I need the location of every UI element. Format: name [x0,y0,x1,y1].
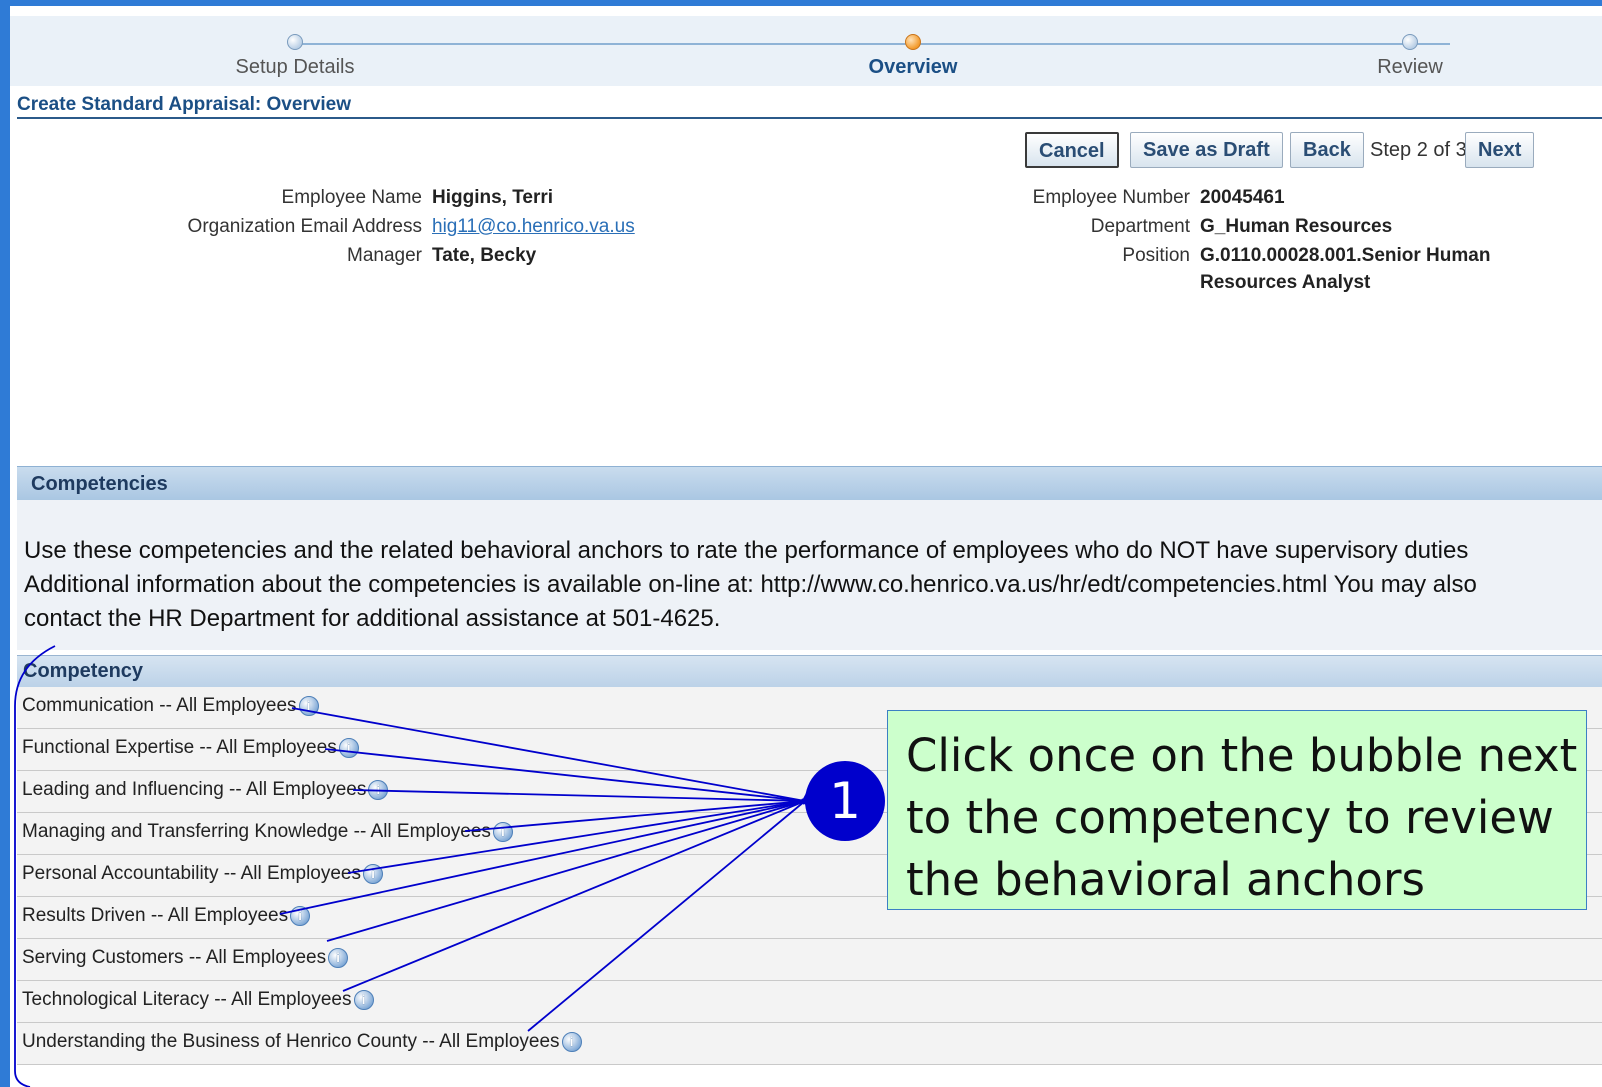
position-value-line2: Resources Analyst [1200,272,1371,293]
competency-name: Managing and Transferring Knowledge -- A… [22,821,491,842]
next-button[interactable]: Next [1465,132,1535,168]
info-bubble-icon[interactable]: i [298,695,319,716]
competency-name: Communication -- All Employees [22,695,297,716]
train-step-label: Review [1377,56,1443,78]
competency-name: Leading and Influencing -- All Employees [22,779,367,800]
position-value-line1: G.0110.00028.001.Senior Human [1200,245,1491,266]
competency-name: Serving Customers -- All Employees [22,947,327,968]
competency-name: Functional Expertise -- All Employees [22,737,337,758]
competency-name: Technological Literacy -- All Employees [22,989,352,1010]
manager-label: Manager [347,245,422,266]
info-bubble-icon[interactable]: i [368,779,389,800]
title-divider [17,117,1602,119]
app-window: Setup Details Overview Review Create Sta… [10,6,1602,1087]
train-step-overview: Overview [813,34,1013,79]
step-train: Setup Details Overview Review [10,16,1602,86]
step-circle-icon [1402,34,1418,50]
email-link[interactable]: hig11@co.henrico.va.us [432,216,635,238]
employee-name-value: Higgins, Terri [432,187,554,208]
competencies-section-header: Competencies [17,466,1602,501]
competency-name: Personal Accountability -- All Employees [22,863,361,884]
instruction-callout: Click once on the bubble next to the com… [887,710,1587,910]
competency-name: Results Driven -- All Employees [22,905,289,926]
info-bubble-icon[interactable]: i [338,737,359,758]
manager-value: Tate, Becky [432,245,537,266]
train-step-review[interactable]: Review [1310,34,1510,79]
train-step-label: Setup Details [235,56,355,78]
info-bubble-icon[interactable]: i [492,821,513,842]
train-step-label: Overview [868,56,958,78]
table-row: Technological Literacy -- All Employees i [17,981,1602,1023]
table-row: Understanding the Business of Henrico Co… [17,1023,1602,1065]
info-bubble-icon[interactable]: i [290,905,311,926]
employee-number-value: 20045461 [1200,187,1285,208]
competency-name: Understanding the Business of Henrico Co… [22,1031,560,1052]
competencies-header-text: Competencies [31,473,168,495]
department-value: G_Human Resources [1200,216,1393,237]
page-title: Create Standard Appraisal: Overview [17,94,352,115]
position-label: Position [1122,245,1190,266]
table-row: Serving Customers -- All Employees i [17,939,1602,981]
cancel-button[interactable]: Cancel [1025,132,1119,168]
employee-number-label: Employee Number [1032,187,1190,208]
department-label: Department [1090,216,1190,237]
step-number-badge: 1 [805,761,885,841]
step-circle-active-icon [905,34,921,50]
step-circle-icon [287,34,303,50]
competency-column-header: Competency [17,655,1602,687]
competencies-description: Use these competencies and the related b… [24,537,1477,632]
step-indicator: Step 2 of 3 [1370,139,1467,161]
train-step-setup-details[interactable]: Setup Details [195,34,395,79]
info-bubble-icon[interactable]: i [561,1031,582,1052]
email-label: Organization Email Address [187,216,422,237]
info-bubble-icon[interactable]: i [328,947,349,968]
save-as-draft-button[interactable]: Save as Draft [1130,132,1283,168]
employee-name-label: Employee Name [281,187,422,208]
info-bubble-icon[interactable]: i [363,863,383,884]
back-button[interactable]: Back [1290,132,1364,168]
info-bubble-icon[interactable]: i [353,989,374,1010]
